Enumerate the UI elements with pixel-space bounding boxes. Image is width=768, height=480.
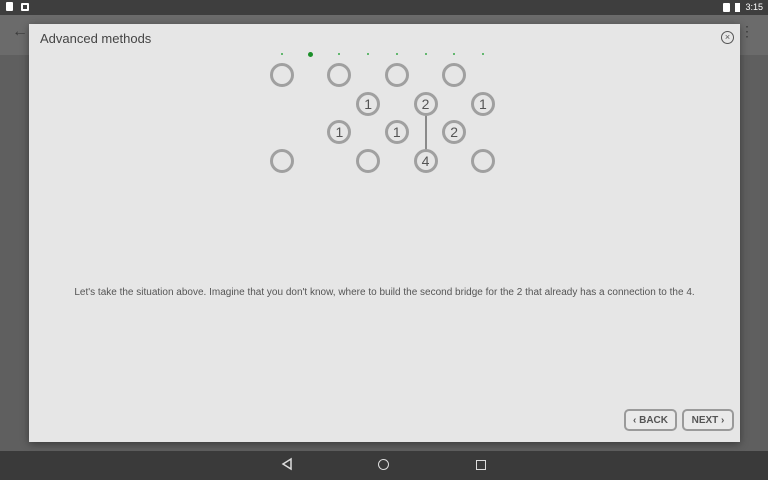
back-button[interactable]: ‹ BACK (624, 409, 677, 431)
next-button-label: NEXT (691, 415, 719, 426)
puzzle-island[interactable]: 1 (470, 91, 495, 116)
puzzle-board: 1211124 (259, 60, 539, 180)
dialog-title: Advanced methods (40, 31, 152, 46)
page-dot (367, 53, 370, 55)
puzzle-island[interactable] (270, 63, 294, 87)
puzzle-island[interactable] (470, 149, 495, 174)
puzzle-island[interactable] (384, 63, 409, 87)
chevron-right-icon: › (721, 415, 725, 426)
status-bar: 3:15 (0, 0, 768, 15)
next-button[interactable]: NEXT › (682, 409, 734, 431)
puzzle-island[interactable] (442, 63, 467, 87)
tutorial-dialog: Advanced methods × 1211124 Let's take th… (29, 24, 740, 442)
nav-recent-icon[interactable] (476, 460, 486, 470)
puzzle-island[interactable] (327, 63, 352, 87)
puzzle-island[interactable]: 1 (356, 91, 381, 116)
page-dot (424, 53, 427, 55)
notification-icon (21, 2, 29, 11)
nav-back-icon[interactable] (281, 457, 293, 471)
sd-card-icon (6, 2, 13, 11)
page-dot-active (308, 52, 314, 57)
puzzle-island[interactable] (356, 149, 381, 174)
page-dot (453, 53, 456, 55)
page-indicator (29, 52, 740, 57)
puzzle-island[interactable]: 2 (413, 91, 438, 116)
battery-icon (735, 3, 741, 12)
back-button-label: BACK (639, 415, 668, 426)
close-icon[interactable]: × (721, 31, 734, 44)
overflow-menu-icon[interactable]: ⋮ (740, 23, 754, 40)
puzzle-island[interactable]: 1 (327, 120, 352, 145)
status-time: 3:15 (745, 2, 763, 12)
page-dot (395, 53, 398, 55)
page-dot (481, 53, 484, 55)
puzzle-island[interactable]: 1 (384, 120, 409, 145)
nav-home-icon[interactable] (378, 459, 389, 470)
chevron-left-icon: ‹ (632, 415, 637, 426)
page-dot (338, 53, 341, 55)
puzzle-island[interactable] (270, 149, 294, 174)
page-dot (281, 53, 283, 55)
puzzle-island[interactable]: 4 (413, 149, 438, 174)
navigation-bar (0, 451, 768, 480)
arrow-back-icon[interactable]: ← (12, 23, 28, 41)
signal-icon (723, 3, 731, 12)
tutorial-text: Let's take the situation above. Imagine … (74, 287, 695, 298)
puzzle-island[interactable]: 2 (442, 120, 467, 145)
